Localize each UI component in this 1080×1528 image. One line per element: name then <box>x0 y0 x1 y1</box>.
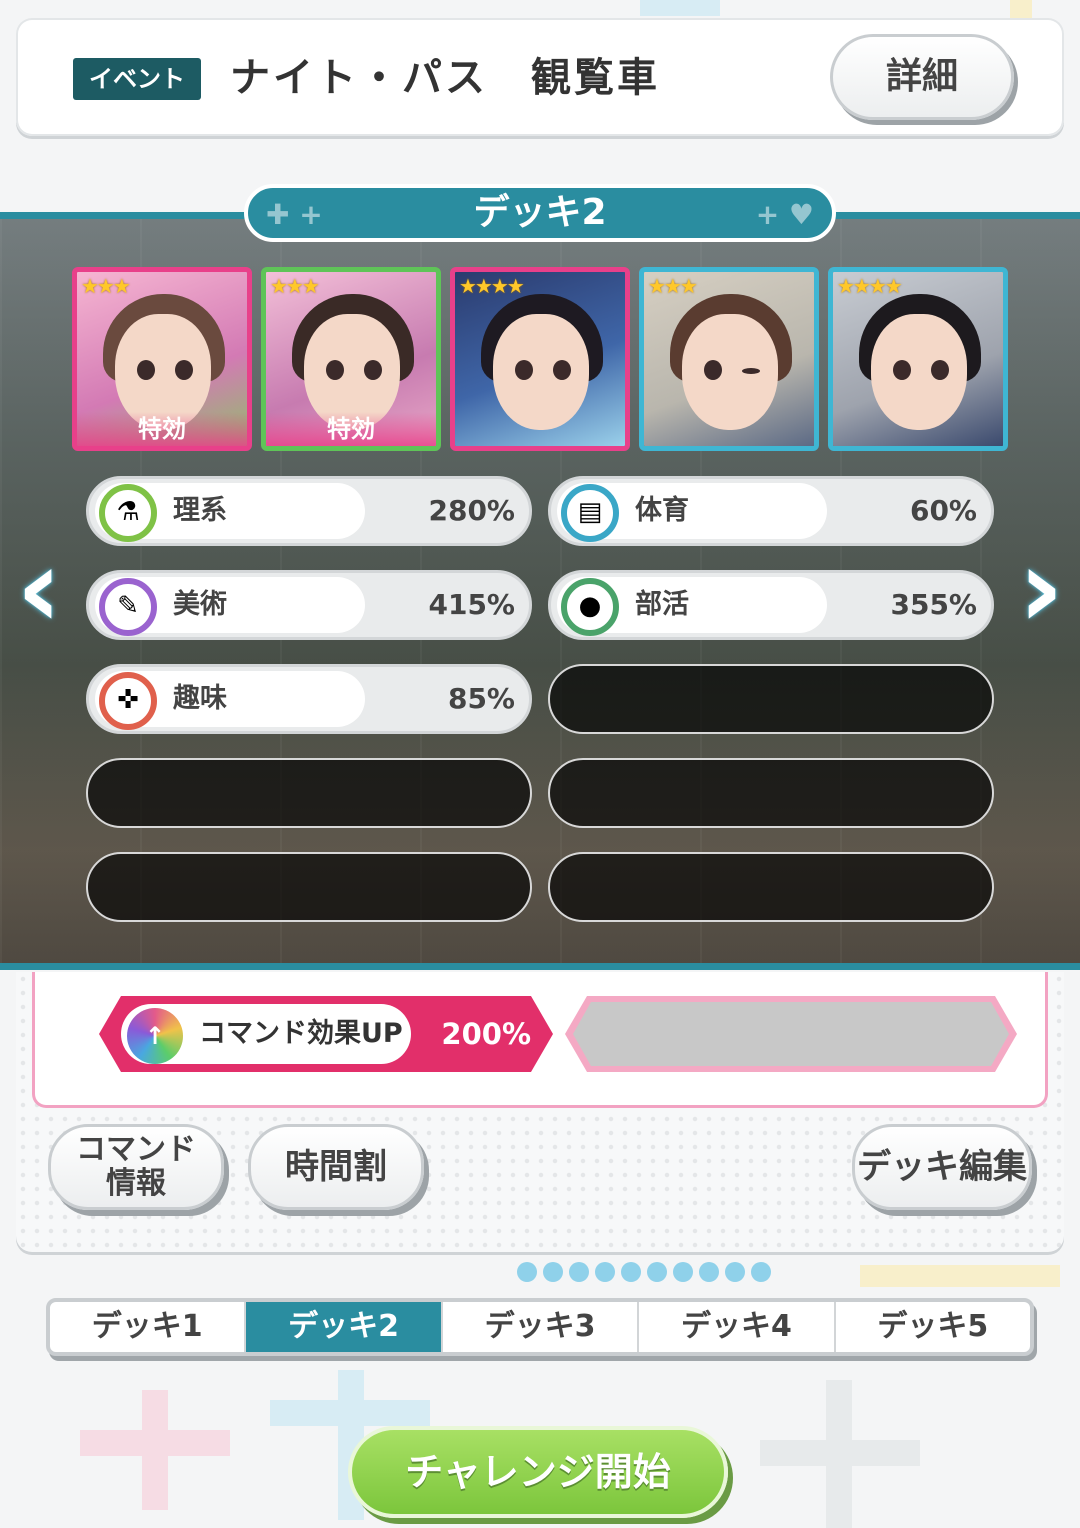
stat-label: 理系 <box>173 495 227 526</box>
stat-value: 280% <box>428 494 515 527</box>
deck-title-text: デッキ2 <box>473 192 607 233</box>
flask-icon: ⚗ <box>99 484 157 542</box>
command-up-icon: ↑ <box>127 1008 183 1064</box>
stat-value: 85% <box>447 682 515 715</box>
stat-label: 美術 <box>173 589 227 620</box>
empty-stat-slot <box>86 852 532 922</box>
detail-button[interactable]: 詳細 <box>830 34 1014 120</box>
tab-deck-5[interactable]: デッキ5 <box>836 1302 1030 1352</box>
dumbbell-icon: ▤ <box>561 484 619 542</box>
rarity-stars: ★★★ <box>81 274 131 298</box>
deck-edit-button[interactable]: デッキ編集 <box>852 1124 1032 1210</box>
stat-label: 部活 <box>635 589 689 620</box>
tab-deck-3[interactable]: デッキ3 <box>443 1302 640 1352</box>
character-card-2[interactable]: ★★★ 特効 <box>261 267 441 451</box>
command-panel: ↑ コマンド効果UP 200% <box>16 972 1064 1252</box>
command-effect-up: ↑ コマンド効果UP 200% <box>99 996 553 1072</box>
special-effect-tag: 特効 <box>266 412 436 446</box>
next-deck-arrow-icon[interactable]: › <box>1006 533 1076 643</box>
timetable-button[interactable]: 時間割 <box>248 1124 424 1210</box>
command-effects-box: ↑ コマンド効果UP 200% <box>32 972 1048 1108</box>
stat-value: 355% <box>890 588 977 621</box>
stat-art: ✎ 美術 415% <box>86 570 532 640</box>
empty-command-slot <box>565 996 1017 1072</box>
deck-tabs: デッキ1 デッキ2 デッキ3 デッキ4 デッキ5 <box>46 1298 1034 1356</box>
character-card-1[interactable]: ★★★ 特効 <box>72 267 252 451</box>
stat-club: ● 部活 355% <box>548 570 994 640</box>
stat-hobby: ✜ 趣味 85% <box>86 664 532 734</box>
rarity-stars: ★★★ <box>270 274 320 298</box>
tab-deck-1[interactable]: デッキ1 <box>50 1302 247 1352</box>
rarity-stars: ★★★★ <box>837 274 903 298</box>
plus-decoration-icon: ✚ + <box>266 198 323 231</box>
heart-decoration-icon: + ♥ <box>755 198 814 231</box>
deck-title: ✚ + デッキ2 + ♥ <box>244 184 836 242</box>
character-card-4[interactable]: ★★★ <box>639 267 819 451</box>
character-card-3[interactable]: ★★★★ <box>450 267 630 451</box>
stat-science: ⚗ 理系 280% <box>86 476 532 546</box>
character-card-5[interactable]: ★★★★ <box>828 267 1008 451</box>
event-title: ナイト・パス 観覧車 <box>230 55 660 101</box>
paintbrush-icon: ✎ <box>99 578 157 636</box>
command-info-button[interactable]: コマンド 情報 <box>48 1124 224 1210</box>
page-indicator-dots <box>517 1262 771 1282</box>
tab-deck-4[interactable]: デッキ4 <box>639 1302 836 1352</box>
empty-stat-slot <box>548 852 994 922</box>
stat-value: 415% <box>428 588 515 621</box>
gamepad-icon: ✜ <box>99 672 157 730</box>
button-label: コマンド <box>76 1132 196 1167</box>
stat-label: 体育 <box>635 495 689 526</box>
tab-deck-2[interactable]: デッキ2 <box>246 1302 443 1352</box>
rarity-stars: ★★★★ <box>459 274 525 298</box>
ball-icon: ● <box>561 578 619 636</box>
empty-stat-slot <box>548 758 994 828</box>
command-label: コマンド効果UP <box>199 1018 403 1049</box>
previous-deck-arrow-icon[interactable]: ‹ <box>4 533 74 643</box>
empty-stat-slot <box>86 758 532 828</box>
stat-label: 趣味 <box>173 683 227 714</box>
stat-pe: ▤ 体育 60% <box>548 476 994 546</box>
event-header: イベント ナイト・パス 観覧車 詳細 <box>16 18 1064 136</box>
command-value: 200% <box>441 1017 531 1051</box>
deck-cards: ★★★ 特効 ★★★ 特効 ★★★★ ★★★ ★★★★ <box>72 267 1008 453</box>
rarity-stars: ★★★ <box>648 274 698 298</box>
stat-value: 60% <box>909 494 977 527</box>
challenge-start-button[interactable]: チャレンジ開始 <box>348 1426 728 1518</box>
event-badge: イベント <box>73 58 201 100</box>
special-effect-tag: 特効 <box>77 412 247 446</box>
empty-stat-slot <box>548 664 994 734</box>
button-label: 情報 <box>106 1166 166 1201</box>
